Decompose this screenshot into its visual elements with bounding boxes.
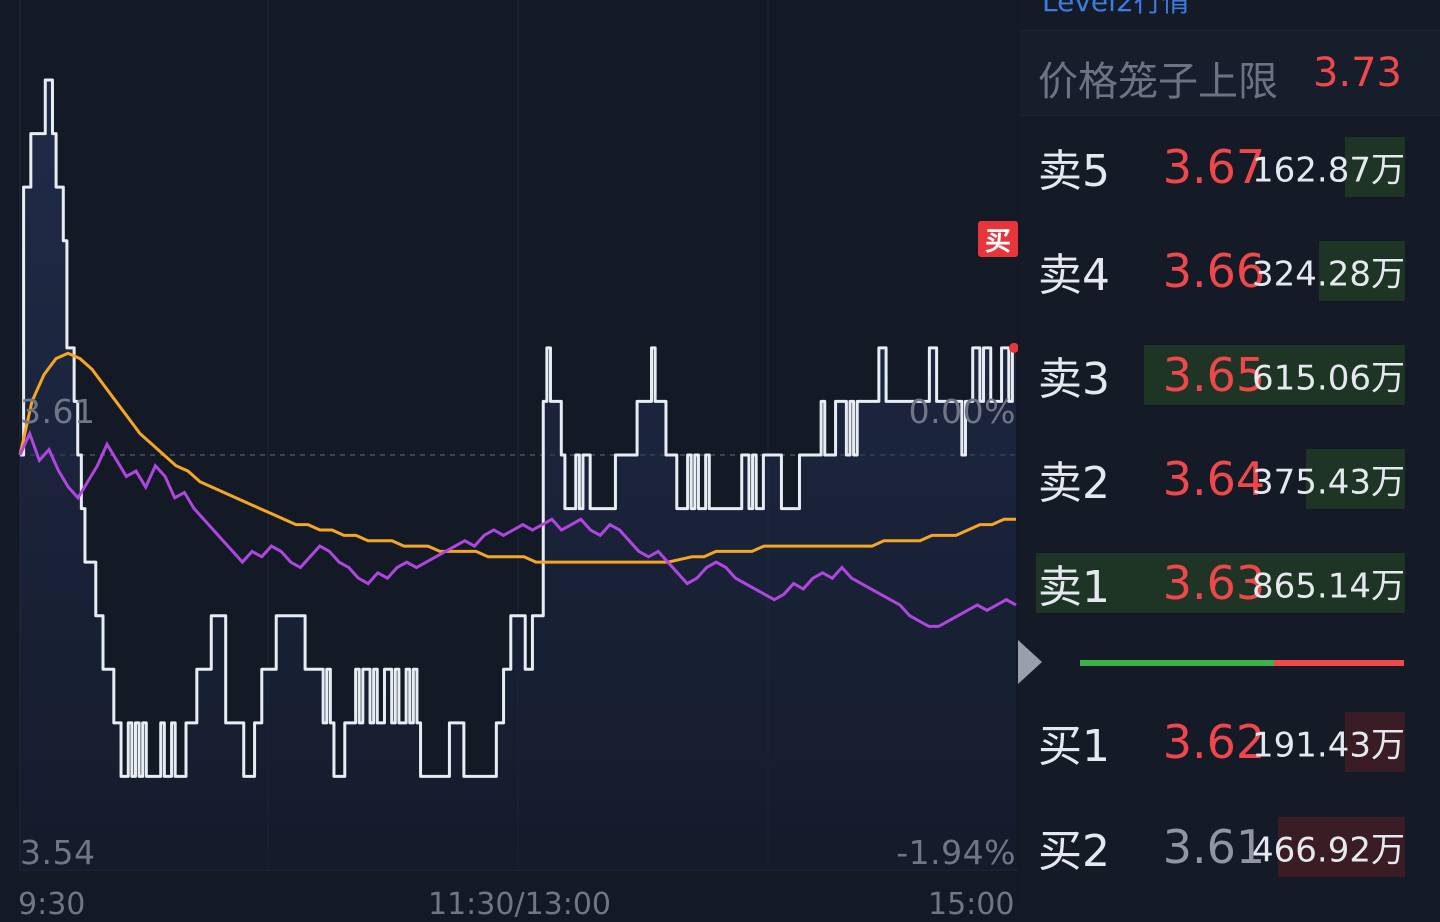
buy-ratio-bar xyxy=(1080,660,1275,666)
price-cage-label: 价格笼子上限 xyxy=(1038,59,1278,105)
level-volume: 466.92万 xyxy=(1252,830,1405,871)
intraday-chart[interactable]: 3.61 0.00% 3.54 -1.94% 9:30 11:30/13:00 … xyxy=(0,0,1018,922)
level-volume: 324.28万 xyxy=(1252,254,1405,295)
expand-arrow-icon[interactable] xyxy=(1018,640,1042,684)
ask-row-4[interactable]: 卖2 3.64 375.43万 xyxy=(1020,427,1440,531)
pct-axis-bottom-label: -1.94% xyxy=(896,833,1016,872)
order-book-panel: Level2行情 ⌃ 价格笼子上限 3.73 卖53.67162.87万卖43.… xyxy=(1018,0,1440,905)
ask-row-3[interactable]: 卖3 3.65 615.06万 xyxy=(1020,323,1440,427)
last-price-dot xyxy=(1009,342,1018,353)
level-volume: 615.06万 xyxy=(1252,358,1405,399)
chart-canvas xyxy=(18,0,1018,871)
collapse-icon[interactable]: ⌃ xyxy=(1404,0,1422,11)
ask-row-2[interactable]: 卖4 3.66 324.28万 xyxy=(1020,219,1440,323)
level-name: 买2 xyxy=(1038,826,1110,877)
level-name: 卖3 xyxy=(1038,354,1110,405)
ask-row-5[interactable]: 卖1 3.63 865.14万 xyxy=(1020,531,1440,635)
level-name: 卖4 xyxy=(1038,250,1110,301)
level-volume: 865.14万 xyxy=(1252,566,1405,607)
level2-header[interactable]: Level2行情 xyxy=(1042,0,1190,20)
price-cage-row: 价格笼子上限 3.73 xyxy=(1020,30,1440,116)
buy-marker[interactable]: 买 xyxy=(978,221,1018,257)
level-name: 卖5 xyxy=(1038,146,1110,197)
level-volume: 191.43万 xyxy=(1252,725,1405,766)
level-name: 买1 xyxy=(1038,721,1110,772)
ask-row-1[interactable]: 卖5 3.67 162.87万 xyxy=(1020,115,1440,219)
bid-row-1[interactable]: 买1 3.62 191.43万 xyxy=(1020,690,1440,794)
bid-row-2[interactable]: 买2 3.61 466.92万 xyxy=(1020,795,1440,899)
sell-ratio-bar xyxy=(1274,660,1404,666)
level-volume: 375.43万 xyxy=(1252,462,1405,503)
price-axis-bottom-label: 3.54 xyxy=(20,833,96,872)
level-name: 卖2 xyxy=(1038,458,1110,509)
price-cage-value: 3.73 xyxy=(1312,50,1402,96)
price-axis-top-label: 3.61 xyxy=(20,392,96,431)
level-volume: 162.87万 xyxy=(1252,150,1405,191)
pct-axis-top-label: 0.00% xyxy=(908,392,1016,431)
level-name: 卖1 xyxy=(1038,562,1110,613)
